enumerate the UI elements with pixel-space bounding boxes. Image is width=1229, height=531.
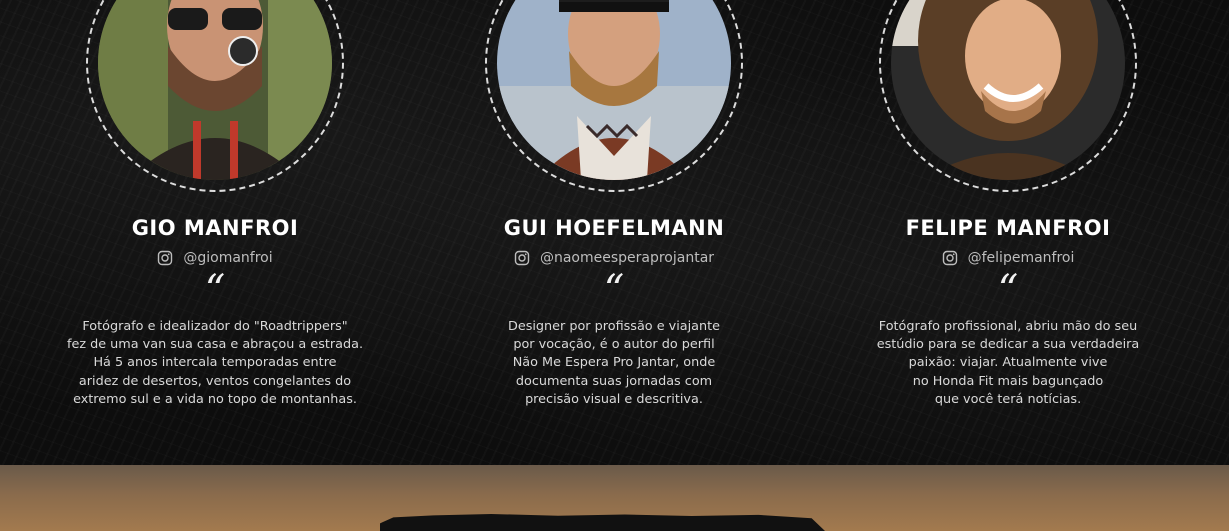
bio-line: documenta suas jornadas com bbox=[515, 373, 713, 389]
brush-stroke-decoration bbox=[380, 514, 825, 531]
quote-mark: “ bbox=[603, 267, 625, 313]
bio-line: Fotógrafo profissional, abriu mão do seu bbox=[878, 319, 1138, 334]
profile-name: GIO MANFROI bbox=[131, 216, 299, 240]
bio-line: paixão: viajar. Atualmente vive bbox=[908, 355, 1108, 371]
profile-bio: Fotógrafo e idealizador do "Roadtrippers… bbox=[15, 318, 415, 409]
bio-line: no Honda Fit mais bagunçado bbox=[912, 373, 1104, 389]
profile-handle[interactable]: @naomeesperaprojantar bbox=[540, 250, 714, 266]
bio-line: aridez de desertos, ventos congelantes d… bbox=[78, 373, 352, 389]
bio-line: precisão visual e descritiva. bbox=[525, 391, 703, 407]
bio-line: Fotógrafo e idealizador do "Roadtrippers… bbox=[82, 319, 348, 334]
profile-handle-row[interactable]: @felipemanfroi bbox=[808, 248, 1208, 268]
profile-bio: Fotógrafo profissional, abriu mão do seu… bbox=[808, 318, 1208, 409]
profile-bio: Designer por profissão e viajante por vo… bbox=[414, 318, 814, 409]
profile-name: GUI HOEFELMANN bbox=[503, 216, 725, 240]
profile-handle[interactable]: @felipemanfroi bbox=[968, 250, 1075, 266]
instagram-icon[interactable] bbox=[157, 250, 173, 266]
bio-line: Designer por profissão e viajante bbox=[507, 319, 721, 334]
bio-line: Há 5 anos intercala temporadas entre bbox=[93, 355, 337, 371]
bio-line: por vocação, é o autor do perfil bbox=[513, 337, 715, 353]
profile-handle-row[interactable]: @naomeesperaprojantar bbox=[414, 248, 814, 268]
profile-name: FELIPE MANFROI bbox=[905, 216, 1111, 240]
quote-mark: “ bbox=[997, 267, 1019, 313]
profile-handle[interactable]: @giomanfroi bbox=[183, 250, 272, 266]
bio-line: estúdio para se dedicar a sua verdadeira bbox=[876, 337, 1140, 353]
bio-line: que você terá notícias. bbox=[934, 391, 1082, 407]
bio-line: extremo sul e a vida no topo de montanha… bbox=[73, 391, 357, 407]
bio-line: Não Me Espera Pro Jantar, onde bbox=[512, 355, 716, 371]
instagram-icon[interactable] bbox=[942, 250, 958, 266]
instagram-icon[interactable] bbox=[514, 250, 530, 266]
bio-line: fez de uma van sua casa e abraçou a estr… bbox=[66, 337, 364, 353]
quote-mark: “ bbox=[204, 267, 226, 313]
profile-handle-row[interactable]: @giomanfroi bbox=[15, 248, 415, 268]
